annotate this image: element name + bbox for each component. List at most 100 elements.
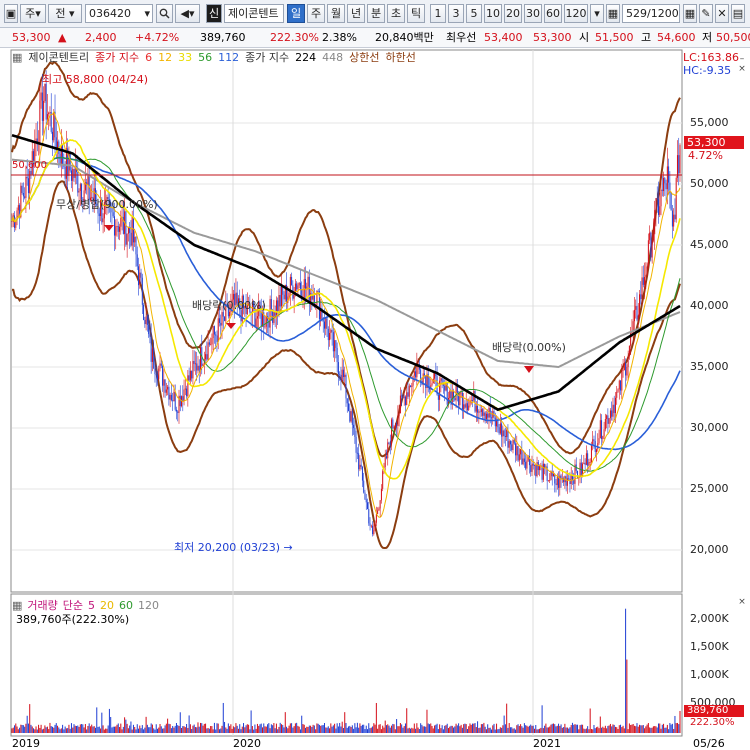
candle-body bbox=[358, 453, 360, 470]
candle-body bbox=[637, 315, 639, 320]
volume-bar bbox=[54, 724, 56, 733]
volume-bar bbox=[239, 724, 241, 733]
candle-body bbox=[291, 276, 293, 286]
volume-bar bbox=[91, 724, 93, 733]
candle-body bbox=[663, 177, 665, 192]
volume-bar bbox=[327, 726, 329, 733]
candle-body bbox=[368, 509, 370, 524]
candle-body bbox=[149, 334, 151, 337]
volume-bar bbox=[502, 725, 504, 733]
candle-body bbox=[170, 394, 172, 401]
candle-body bbox=[411, 385, 413, 387]
volume-bar bbox=[449, 726, 451, 733]
volume-bar bbox=[64, 726, 66, 733]
volume-bar bbox=[660, 728, 662, 733]
candle-body bbox=[444, 385, 446, 391]
candle-body bbox=[131, 216, 133, 246]
volume-bar bbox=[12, 727, 14, 733]
volume-bar bbox=[373, 723, 375, 733]
volume-bar bbox=[398, 726, 400, 733]
volume-bar bbox=[272, 725, 274, 733]
candle-body bbox=[336, 347, 338, 363]
volume-bar bbox=[264, 726, 266, 733]
volume-bar bbox=[511, 727, 513, 733]
price-chart[interactable] bbox=[0, 0, 750, 750]
candle-body bbox=[382, 471, 384, 489]
volume-bar bbox=[155, 724, 157, 733]
volume-bar bbox=[151, 724, 153, 733]
volume-bar bbox=[96, 707, 98, 733]
volume-bar bbox=[368, 723, 370, 733]
volume-bar bbox=[259, 724, 261, 733]
volume-bar bbox=[404, 723, 406, 733]
volume-bar bbox=[594, 728, 596, 733]
volume-bar bbox=[613, 724, 615, 733]
candle-body bbox=[326, 318, 328, 329]
candle-body bbox=[269, 299, 271, 328]
volume-bar bbox=[599, 716, 601, 733]
volume-bar bbox=[503, 715, 505, 733]
volume-bar bbox=[480, 724, 482, 733]
volume-bar bbox=[489, 727, 491, 733]
volume-bar bbox=[135, 729, 137, 733]
volume-bar bbox=[436, 723, 438, 733]
volume-bar bbox=[106, 728, 108, 733]
price-panel-frame bbox=[10, 49, 683, 593]
candle-body bbox=[530, 465, 532, 472]
volume-bar bbox=[625, 608, 627, 733]
candle-body bbox=[115, 226, 117, 236]
candle-body bbox=[148, 324, 150, 335]
volume-bar bbox=[53, 727, 55, 733]
candle-body bbox=[330, 329, 332, 333]
volume-bar bbox=[196, 727, 198, 733]
candle-body bbox=[217, 318, 219, 342]
volume-bar bbox=[220, 728, 222, 733]
volume-bar bbox=[465, 724, 467, 733]
volume-bar bbox=[342, 728, 344, 733]
candle-body bbox=[565, 476, 567, 486]
candle-body bbox=[224, 316, 226, 321]
volume-bar bbox=[673, 728, 675, 733]
volume-bar bbox=[485, 729, 487, 733]
volume-bar bbox=[528, 725, 530, 733]
candle-body bbox=[523, 458, 525, 462]
volume-bar bbox=[35, 726, 37, 733]
candle-body bbox=[674, 214, 676, 220]
candle-body bbox=[17, 205, 19, 211]
close-panel-icon[interactable]: × bbox=[737, 64, 747, 74]
volume-bar bbox=[391, 725, 393, 733]
candle-body bbox=[216, 335, 218, 342]
candle-body bbox=[547, 480, 549, 482]
current-price-tag: 53,300 bbox=[684, 136, 744, 149]
volume-close-icon[interactable]: × bbox=[737, 597, 747, 607]
volume-bar bbox=[261, 727, 264, 733]
volume-bar bbox=[41, 729, 43, 733]
candle-body bbox=[627, 356, 629, 367]
candle-body bbox=[339, 374, 341, 376]
volume-bar bbox=[188, 715, 190, 733]
price-tick-label: 35,000 bbox=[690, 360, 729, 373]
candle-body bbox=[633, 309, 635, 322]
collapse-icon[interactable]: – bbox=[737, 54, 747, 64]
volume-bar bbox=[44, 725, 46, 733]
volume-bar bbox=[268, 723, 270, 733]
volume-bar bbox=[312, 724, 314, 733]
volume-bar bbox=[283, 727, 285, 733]
candle-body bbox=[626, 366, 628, 376]
volume-bar bbox=[293, 726, 295, 733]
volume-bar bbox=[487, 724, 489, 733]
volume-bar bbox=[39, 727, 41, 733]
candle-body bbox=[359, 464, 361, 470]
volume-bar bbox=[186, 723, 188, 733]
candle-body bbox=[593, 439, 595, 442]
volume-bar bbox=[265, 726, 267, 733]
volume-bar bbox=[318, 724, 320, 733]
candle-body bbox=[283, 294, 285, 300]
volume-bar bbox=[649, 727, 651, 733]
volume-bar bbox=[451, 725, 453, 733]
volume-bar bbox=[570, 725, 572, 733]
candle-body bbox=[378, 508, 380, 511]
volume-bar bbox=[200, 722, 202, 733]
candle-body bbox=[165, 389, 167, 393]
candle-body bbox=[549, 479, 551, 481]
